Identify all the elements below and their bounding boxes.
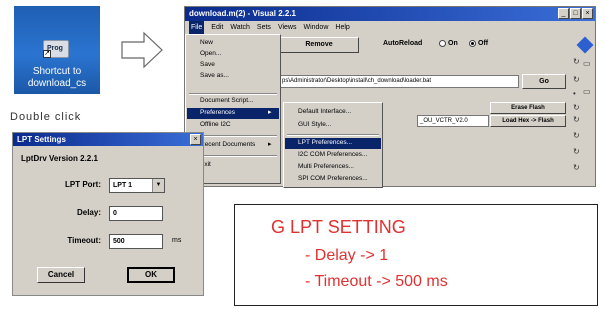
lpt-port-select[interactable]: LPT 1 ▼: [109, 178, 165, 193]
delay-label: Delay:: [76, 208, 101, 217]
refresh-icon[interactable]: ↻: [573, 147, 580, 156]
dialog-controls: ×: [190, 134, 201, 145]
autoreload-off-radio[interactable]: Off: [469, 40, 488, 47]
box-icon[interactable]: ▭: [583, 59, 591, 68]
menu-item-save[interactable]: Save: [200, 61, 215, 68]
radio-on-label: On: [448, 40, 458, 47]
lpt-port-value: LPT 1: [113, 182, 133, 189]
minimize-icon[interactable]: _: [558, 8, 569, 19]
menu-item-open[interactable]: Open...: [200, 50, 221, 57]
shortcut-label: Shortcut to download_cs: [14, 66, 100, 90]
window-title-bar[interactable]: download.m(2) - Visual 2.2.1 _ □ ×: [185, 7, 595, 21]
main-window: download.m(2) - Visual 2.2.1 _ □ × File …: [184, 6, 596, 188]
menu-item-new[interactable]: New: [200, 39, 213, 46]
menu-bar: File Edit Watch Sets Views Window Help: [185, 21, 595, 34]
menu-watch[interactable]: Watch: [230, 21, 250, 34]
menu-item-preferences[interactable]: Preferences: [200, 109, 235, 116]
refresh-icon[interactable]: ↻: [573, 131, 580, 140]
close-icon[interactable]: ×: [190, 134, 201, 145]
menu-separator: [287, 134, 379, 136]
timeout-input[interactable]: 500: [109, 234, 163, 249]
remove-button[interactable]: Remove: [279, 37, 359, 53]
refresh-icon[interactable]: ↻: [573, 75, 580, 84]
submenu-arrow-icon: ▸: [268, 141, 272, 148]
radio-off-indicator: [469, 40, 476, 47]
shortcut-label-line1: Shortcut to: [32, 66, 82, 77]
ok-button[interactable]: OK: [127, 267, 175, 283]
path-input[interactable]: ps\Administrator\Desktop\install\ch_down…: [279, 75, 519, 88]
refresh-icon[interactable]: ↻: [573, 57, 580, 66]
dialog-title: LPT Settings: [17, 135, 66, 144]
erase-flash-button[interactable]: Erase Flash: [490, 102, 566, 114]
shortcut-arrow-icon: ↗: [43, 50, 51, 58]
autoreload-on-radio[interactable]: On: [439, 40, 458, 47]
window-controls: _ □ ×: [558, 8, 593, 19]
file-input[interactable]: _OU_VCTR_V2.0: [417, 115, 489, 127]
menu-item-recent-documents[interactable]: Recent Documents: [200, 141, 255, 148]
menu-item-offline-i2c[interactable]: Offline I2C: [200, 121, 231, 128]
delay-input[interactable]: 0: [109, 206, 163, 221]
toolbar: Remove AutoReload On Off: [279, 37, 569, 53]
menu-views[interactable]: Views: [278, 21, 297, 34]
cancel-button[interactable]: Cancel: [37, 267, 85, 283]
maximize-icon[interactable]: □: [570, 8, 581, 19]
menu-sets[interactable]: Sets: [257, 21, 271, 34]
instruction-note: G LPT SETTING - Delay -> 1 - Timeout -> …: [234, 204, 598, 306]
menu-file[interactable]: File: [189, 21, 205, 34]
driver-version: LptDrv Version 2.2.1: [21, 154, 98, 163]
menu-help[interactable]: Help: [335, 21, 349, 34]
go-button[interactable]: Go: [522, 74, 566, 89]
dialog-title-bar[interactable]: LPT Settings ×: [13, 133, 203, 146]
menu-item-document-script[interactable]: Document Script...: [200, 97, 253, 104]
diamond-icon[interactable]: [576, 36, 594, 54]
shortcut-label-line2: download_cs: [27, 78, 87, 89]
submenu-item-multi-preferences[interactable]: Multi Preferences...: [298, 163, 354, 170]
radio-off-label: Off: [478, 40, 489, 47]
load-hex-button[interactable]: Load Hex -> Flash: [490, 115, 566, 127]
menu-edit[interactable]: Edit: [211, 21, 223, 34]
submenu-item-lpt-preferences[interactable]: LPT Preferences...: [298, 139, 352, 146]
autoreload-label: AutoReload: [383, 40, 423, 47]
timeout-unit: ms: [172, 237, 182, 244]
close-icon[interactable]: ×: [582, 8, 593, 19]
radio-on-indicator: [439, 40, 446, 47]
double-click-caption: Double click: [10, 111, 82, 123]
refresh-icon[interactable]: ↻: [573, 103, 580, 112]
desktop-shortcut[interactable]: Prog ↗ Shortcut to download_cs: [14, 6, 100, 94]
note-heading: G LPT SETTING: [271, 217, 406, 237]
submenu-arrow-icon: ▸: [268, 109, 272, 116]
right-arrow-icon: [121, 31, 163, 69]
refresh-icon[interactable]: ↻: [573, 163, 580, 172]
dot-icon[interactable]: •: [573, 89, 576, 98]
timeout-label: Timeout:: [67, 236, 101, 245]
box-icon[interactable]: ▭: [583, 87, 591, 96]
chevron-down-icon[interactable]: ▼: [152, 179, 164, 192]
note-timeout-line: - Timeout -> 500 ms: [305, 273, 448, 290]
menu-item-save-as[interactable]: Save as...: [200, 72, 229, 79]
submenu-item-gui-style[interactable]: GUI Style...: [298, 121, 331, 128]
refresh-icon[interactable]: ↻: [573, 115, 580, 124]
lpt-port-label: LPT Port:: [65, 180, 101, 189]
note-delay-line: - Delay -> 1: [305, 247, 389, 264]
lpt-settings-dialog: LPT Settings × LptDrv Version 2.2.1 LPT …: [12, 132, 204, 296]
submenu-item-default-interface[interactable]: Default Interface...: [298, 108, 351, 115]
menu-separator: [189, 93, 277, 95]
submenu-item-i2c-com-preferences[interactable]: I2C COM Preferences...: [298, 151, 367, 158]
window-title: download.m(2) - Visual 2.2.1: [189, 9, 296, 18]
submenu-item-spi-com-preferences[interactable]: SPI COM Preferences...: [298, 175, 368, 182]
preferences-submenu: Default Interface... GUI Style... LPT Pr…: [283, 102, 383, 188]
menu-window[interactable]: Window: [303, 21, 328, 34]
